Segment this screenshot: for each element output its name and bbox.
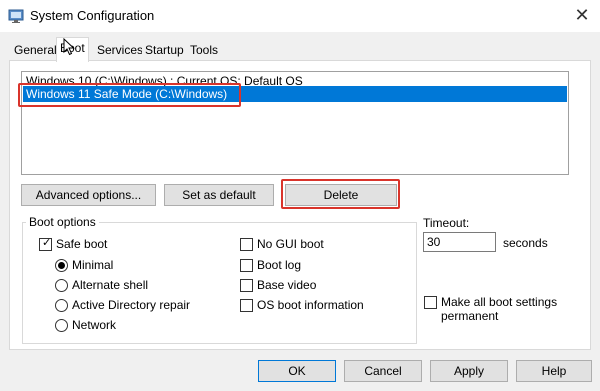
tab-tools[interactable]: Tools — [187, 40, 222, 60]
base-video-checkbox[interactable] — [240, 279, 253, 292]
no-gui-boot-label: No GUI boot — [257, 237, 324, 251]
active-directory-repair-label: Active Directory repair — [72, 298, 191, 312]
apply-button[interactable]: Apply — [430, 360, 508, 382]
make-permanent-label-line2: permanent — [441, 309, 499, 323]
cancel-button[interactable]: Cancel — [344, 360, 422, 382]
window-title: System Configuration — [30, 8, 155, 23]
os-boot-information-checkbox[interactable] — [240, 299, 253, 312]
tab-startup[interactable]: Startup — [142, 40, 187, 60]
alternate-shell-radio[interactable] — [55, 279, 68, 292]
checkmark-icon: ✓ — [42, 237, 52, 249]
minimal-radio[interactable] — [55, 259, 68, 272]
timeout-unit-label: seconds — [503, 236, 548, 250]
close-icon[interactable]: ✕ — [572, 4, 592, 26]
set-as-default-button[interactable]: Set as default — [164, 184, 274, 206]
make-permanent-label-line1: Make all boot settings — [441, 295, 558, 309]
safe-boot-checkbox[interactable]: ✓ — [39, 237, 52, 251]
tab-general[interactable]: General — [11, 40, 60, 60]
os-boot-information-label: OS boot information — [257, 298, 364, 312]
minimal-label: Minimal — [72, 258, 114, 272]
active-directory-repair-radio[interactable] — [55, 299, 68, 312]
ok-button[interactable]: OK — [258, 360, 336, 382]
boot-options-label: Boot options — [26, 215, 99, 229]
timeout-input[interactable]: 30 — [423, 232, 496, 252]
safe-boot-label: Safe boot — [56, 237, 108, 251]
timeout-label: Timeout: — [423, 216, 470, 230]
delete-button[interactable]: Delete — [285, 184, 397, 206]
mouse-cursor-icon — [63, 38, 75, 56]
os-list[interactable]: Windows 10 (C:\Windows) : Current OS; De… — [21, 71, 569, 175]
advanced-options-button[interactable]: Advanced options... — [21, 184, 156, 206]
tab-services[interactable]: Services — [94, 40, 147, 60]
os-item-windows-11-safe-mode[interactable]: Windows 11 Safe Mode (C:\Windows) — [23, 86, 567, 102]
system-config-icon — [8, 9, 24, 23]
alternate-shell-label: Alternate shell — [72, 278, 149, 292]
network-radio[interactable] — [55, 319, 68, 332]
help-button[interactable]: Help — [516, 360, 592, 382]
boot-log-label: Boot log — [257, 258, 302, 272]
make-permanent-checkbox[interactable] — [424, 296, 437, 309]
network-label: Network — [72, 318, 117, 332]
no-gui-boot-checkbox[interactable] — [240, 238, 253, 251]
base-video-label: Base video — [257, 278, 317, 292]
boot-log-checkbox[interactable] — [240, 259, 253, 272]
